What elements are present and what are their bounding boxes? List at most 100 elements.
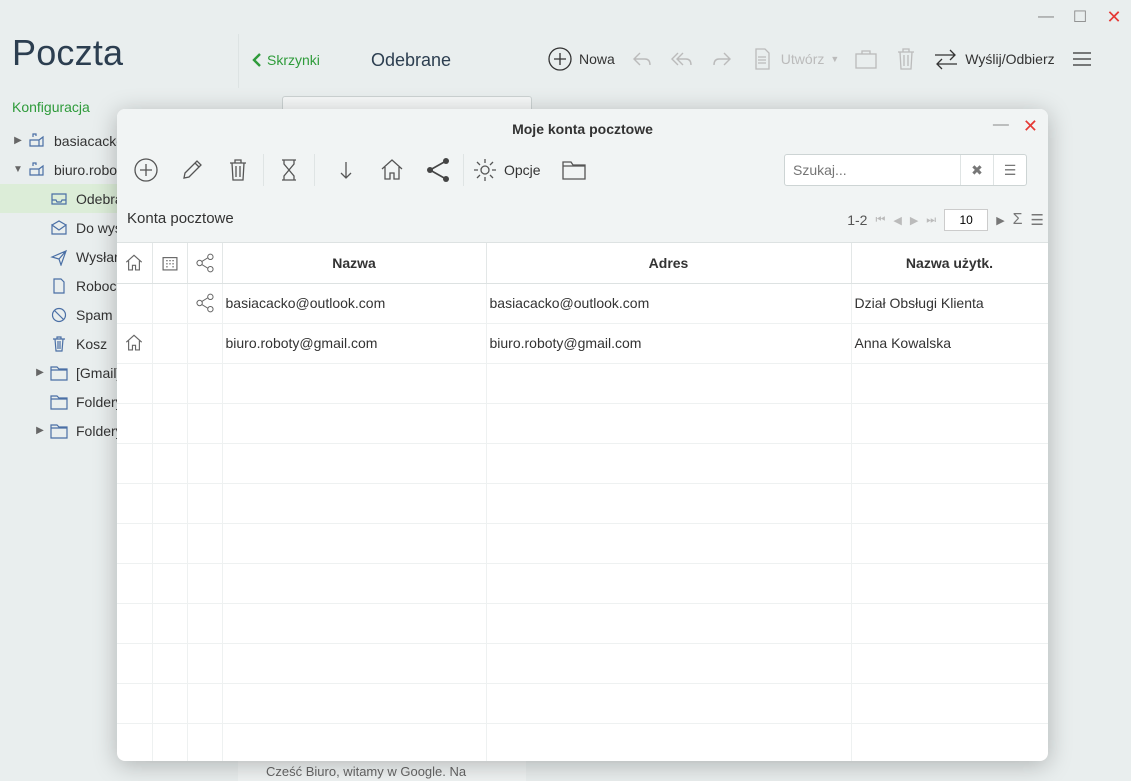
username-column-header[interactable]: Nazwa użytk. [851,243,1048,284]
folder-icon [561,161,586,180]
trash-icon [48,335,70,353]
empty-row [117,403,1048,444]
empty-cell [152,723,188,761]
search-menu-button[interactable]: ☰ [993,155,1026,185]
empty-cell [851,363,1048,404]
reply-all-button[interactable] [669,46,695,72]
dialog-header: Moje konta pocztowe — ✕ Opcje ✖ ☰ [117,109,1048,243]
clear-icon: ✖ [971,161,983,178]
empty-cell [152,483,188,524]
send-receive-button[interactable]: Wyślij/Odbierz [933,46,1055,72]
empty-cell [222,523,487,564]
default-cell [117,283,153,324]
empty-cell [486,363,852,404]
first-page-icon[interactable]: ⏮ [875,214,885,227]
chevron-left-icon [252,53,261,67]
table-row[interactable]: basiacacko@outlook.com basiacacko@outlook… [117,283,1048,324]
share-button[interactable] [415,153,461,187]
move-button[interactable] [853,46,879,72]
empty-cell [187,483,223,524]
table-header: Nazwa Adres Nazwa użytk. [117,243,1048,284]
next-page-icon[interactable]: ▶ [910,214,918,227]
share-icon [427,158,449,182]
topbar: Skrzynki Odebrane Nowa Utwórz ▼ Wyślij/O… [238,34,1131,88]
empty-cell [152,683,188,724]
columns-menu-icon[interactable]: ☰ [1031,211,1044,229]
share-icon [195,253,214,273]
empty-cell [222,723,487,761]
folder-icon [48,422,70,440]
empty-cell [152,603,188,644]
minimize-button[interactable]: — [1035,6,1057,28]
dialog-search: ✖ ☰ [784,154,1027,186]
menu-button[interactable] [1069,46,1095,72]
empty-row [117,483,1048,524]
caret-right-icon[interactable]: ▶ [32,425,48,436]
clear-search-button[interactable]: ✖ [960,155,993,185]
maximize-button[interactable]: ☐ [1069,6,1091,28]
company-column-header[interactable] [152,243,188,284]
empty-cell [117,403,153,444]
empty-cell [222,643,487,684]
edit-account-button[interactable] [169,153,215,187]
hourglass-icon [282,159,296,181]
delete-button[interactable] [893,46,919,72]
empty-cell [117,723,153,761]
default-column-header[interactable] [117,243,153,284]
name-cell: basiacacko@outlook.com [222,283,487,324]
create-button[interactable]: Utwórz ▼ [749,46,839,72]
home-icon [126,254,143,271]
table-row[interactable]: biuro.roboty@gmail.com biuro.roboty@gmail… [117,323,1048,364]
folder-title: Odebrane [371,50,452,70]
empty-cell [486,443,852,484]
new-button[interactable]: Nowa [547,46,615,72]
address-cell: biuro.roboty@gmail.com [486,323,852,364]
empty-cell [187,523,223,564]
set-default-button[interactable] [369,153,415,187]
dialog-close-button[interactable]: ✕ [1023,116,1038,137]
empty-cell [152,643,188,684]
page-size-arrow-icon[interactable]: ▶ [996,214,1004,227]
empty-cell [117,363,153,404]
pager: 1-2 ⏮ ◀ ▶ ⏭ ▶ Σ ☰ [847,209,1044,231]
window-controls: — ☐ ✕ [1035,6,1125,28]
default-cell [117,323,153,364]
caret-down-icon[interactable]: ▼ [10,164,26,175]
history-button[interactable] [266,153,312,187]
empty-cell [187,643,223,684]
page-size-input[interactable] [944,209,989,231]
empty-cell [152,563,188,604]
create-label: Utwórz [780,51,825,67]
address-column-header[interactable]: Adres [486,243,852,284]
empty-row [117,683,1048,724]
sort-button[interactable] [323,153,369,187]
caret-right-icon[interactable]: ▶ [10,135,26,146]
sidebar-item-label: Foldery [76,422,123,439]
empty-cell [222,443,487,484]
accounts-table: Nazwa Adres Nazwa użytk. basiacacko@outl… [117,243,1048,761]
accounts-dialog: Moje konta pocztowe — ✕ Opcje ✖ ☰ [117,109,1048,761]
folder-button[interactable] [551,153,597,187]
config-link[interactable]: Konfiguracja [12,99,90,115]
back-label: Skrzynki [267,52,320,68]
caret-right-icon[interactable]: ▶ [32,367,48,378]
shared-column-header[interactable] [187,243,223,284]
back-button[interactable]: Skrzynki [251,52,320,68]
last-page-icon[interactable]: ⏭ [926,214,936,227]
close-button[interactable]: ✕ [1103,6,1125,28]
forward-button[interactable] [709,46,735,72]
delete-account-button[interactable] [215,153,261,187]
forward-icon [713,52,731,66]
name-column-header[interactable]: Nazwa [222,243,487,284]
dialog-minimize-button[interactable]: — [993,116,1009,137]
hamburger-icon [1072,52,1091,66]
trash-icon [898,48,915,70]
prev-page-icon[interactable]: ◀ [893,214,901,227]
dialog-search-input[interactable] [785,155,960,185]
options-button[interactable]: Opcje [466,157,551,183]
message-preview[interactable]: Cześć Biuro, witamy w Google. Na [238,760,526,781]
sum-icon[interactable]: Σ [1013,211,1023,229]
top-actions: Nowa Utwórz ▼ Wyślij/Odbierz [547,46,1095,72]
add-account-button[interactable] [123,153,169,187]
reply-button[interactable] [629,46,655,72]
